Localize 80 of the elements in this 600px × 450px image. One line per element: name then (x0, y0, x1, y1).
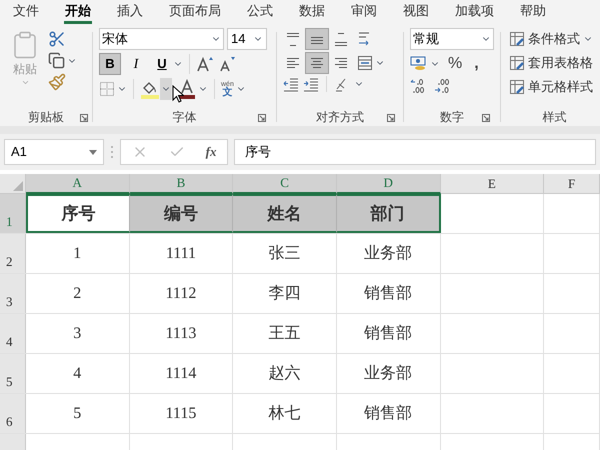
group-label: 数字 (440, 109, 464, 126)
formula-input[interactable]: 序号 (234, 139, 596, 165)
align-lines-icon (285, 55, 301, 71)
menu-tab[interactable]: 公式 (246, 0, 274, 24)
group-label: 字体 (172, 109, 196, 126)
menu-tab[interactable]: 页面布局 (168, 0, 222, 24)
table-cell: 姓名 (233, 194, 337, 233)
align-lines-icon (333, 31, 349, 47)
column-header[interactable]: B (130, 174, 234, 194)
row-header[interactable]: 1 (0, 194, 26, 233)
align-lines-icon (333, 55, 349, 71)
column-header[interactable]: D (336, 174, 441, 194)
align-lines-icon (285, 31, 301, 47)
table-cell: 1111 (130, 234, 234, 273)
table-format-icon (509, 54, 525, 70)
align-middle-button[interactable] (305, 28, 329, 50)
menu-tab[interactable]: 插入 (116, 0, 144, 24)
row-header[interactable]: 4 (0, 314, 26, 353)
dialog-launcher-icon[interactable] (482, 114, 490, 122)
borders-icon[interactable] (99, 81, 115, 97)
column-header[interactable]: C (233, 174, 337, 194)
styles-menu-button[interactable]: 条件格式 (509, 28, 600, 49)
table-cell: 编号 (130, 194, 234, 233)
menu-tab[interactable]: 帮助 (519, 0, 547, 24)
decrease-decimal-icon[interactable] (434, 77, 452, 95)
comma-button[interactable]: , (470, 52, 483, 76)
table-cell: 1115 (130, 394, 234, 433)
name-box[interactable]: A1 (4, 139, 104, 165)
table-cell: 部门 (336, 194, 441, 233)
align-lines-icon (309, 55, 325, 71)
group-label: 样式 (542, 109, 566, 126)
insert-function-button[interactable]: fx (206, 142, 216, 162)
menu-tab[interactable]: 数据 (298, 0, 326, 24)
fill-color-dropdown[interactable] (160, 78, 172, 100)
column-header[interactable]: F (544, 174, 600, 194)
table-cell: 1112 (130, 274, 234, 313)
format-painter-icon[interactable] (48, 73, 66, 91)
dialog-launcher-icon[interactable] (80, 114, 88, 122)
underline-button[interactable]: U (151, 53, 173, 75)
font-name-dropdown[interactable]: 宋体 (99, 28, 224, 50)
column-header[interactable]: E (440, 174, 544, 194)
copy-icon[interactable] (48, 52, 65, 69)
bold-button[interactable]: B (99, 53, 121, 75)
table-cell: 1113 (130, 314, 234, 353)
cut-icon[interactable] (48, 30, 66, 48)
group-label: 对齐方式 (316, 109, 364, 126)
row-header[interactable]: 2 (0, 234, 26, 273)
caret-icon (20, 78, 30, 87)
row-header[interactable]: 5 (0, 354, 26, 393)
currency-icon[interactable] (410, 56, 428, 72)
increase-font-size-icon[interactable] (196, 55, 214, 73)
group-label: 剪贴板 (28, 109, 64, 126)
styles-menu-button[interactable]: 套用表格格 (509, 52, 600, 73)
increase-indent-icon[interactable] (303, 76, 319, 92)
italic-button[interactable]: I (125, 53, 147, 75)
percent-button[interactable]: % (446, 52, 464, 76)
column-header[interactable]: A (26, 174, 130, 194)
number-format-dropdown[interactable]: 常规 (410, 28, 494, 50)
merge-center-icon[interactable] (357, 55, 373, 71)
align-center-button[interactable] (305, 52, 329, 74)
triangle-icon (12, 181, 23, 191)
dialog-launcher-icon[interactable] (258, 114, 266, 122)
table-cell: 序号 (26, 194, 130, 233)
menu-tab[interactable]: 视图 (402, 0, 430, 24)
menu-tab[interactable]: 文件 (12, 0, 40, 24)
menu-tab[interactable]: 加载项 (454, 0, 495, 24)
font-color-icon[interactable] (178, 79, 196, 99)
table-format-icon (509, 30, 525, 46)
row-header[interactable]: 3 (0, 274, 26, 313)
row-header[interactable]: 6 (0, 394, 26, 433)
table-format-icon (509, 78, 525, 94)
dialog-launcher-icon[interactable] (387, 114, 395, 122)
menu-tab[interactable]: 审阅 (350, 0, 378, 24)
table-cell: 1114 (130, 354, 234, 393)
dropdown-arrow-icon (89, 150, 97, 154)
decrease-indent-icon[interactable] (283, 76, 299, 92)
font-size-dropdown[interactable]: 14 (227, 28, 267, 50)
mouse-cursor-icon (172, 85, 184, 103)
decrease-font-size-icon[interactable] (218, 55, 236, 73)
styles-menu-button[interactable]: 单元格样式 (509, 76, 600, 97)
